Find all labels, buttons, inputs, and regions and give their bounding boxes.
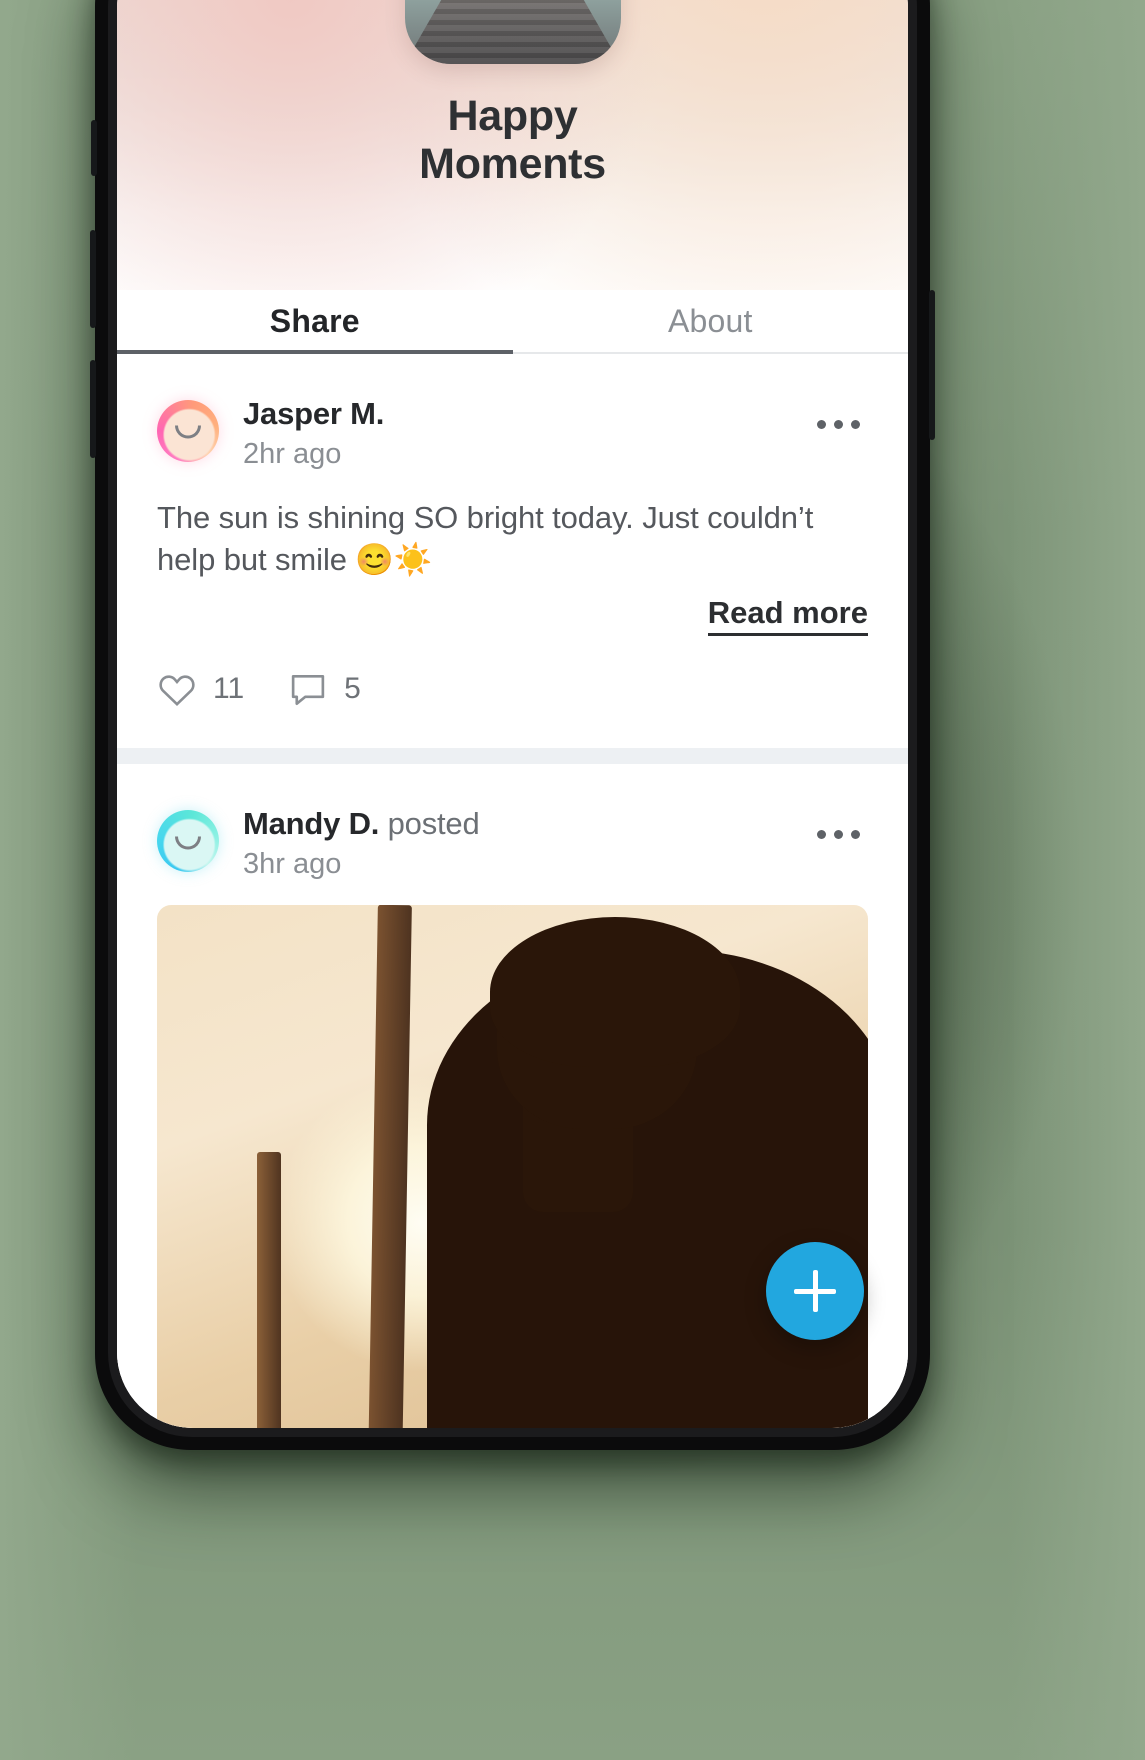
comment-count: 5 — [344, 672, 361, 706]
happy-moments-app-icon — [404, 0, 621, 64]
profile-tabs: Share About — [117, 290, 908, 354]
avatar[interactable] — [157, 810, 219, 873]
page-title: Happy Moments — [117, 92, 908, 188]
post-engagement-bar: 11 5 — [157, 670, 868, 748]
post-header: Mandy D. posted 3hr ago — [157, 806, 868, 881]
read-more-link[interactable]: Read more — [707, 595, 868, 637]
post-author-block: Mandy D. posted 3hr ago — [243, 806, 480, 881]
smiley-face-icon — [175, 836, 201, 850]
post-timestamp: 2hr ago — [243, 438, 342, 470]
heart-icon — [159, 675, 195, 707]
avatar[interactable] — [157, 400, 219, 462]
post-image[interactable] — [157, 905, 868, 1428]
comment-bubble-icon — [291, 675, 325, 706]
page-title-line2: Moments — [419, 140, 606, 189]
post-author-name: Mandy D. posted — [243, 806, 480, 842]
create-post-button[interactable] — [766, 1242, 864, 1340]
app-screen: Happy Moments Share About Jasper M. 2hr … — [117, 0, 908, 1428]
profile-cover-header: Happy Moments — [117, 0, 908, 290]
post-action-verb: posted — [387, 806, 480, 842]
tab-active-indicator — [117, 350, 513, 354]
tab-share[interactable]: Share — [117, 290, 513, 352]
post-options-icon[interactable] — [809, 412, 868, 437]
like-count: 11 — [213, 672, 245, 706]
icon-dock-planks — [404, 0, 621, 64]
phone-bezel: Happy Moments Share About Jasper M. 2hr … — [108, 0, 917, 1437]
post-options-icon[interactable] — [809, 822, 868, 847]
post-author-label: Mandy D. — [243, 806, 380, 842]
feed-divider — [117, 748, 908, 765]
smiley-face-icon — [175, 425, 201, 439]
post-item: Jasper M. 2hr ago The sun is shining SO … — [117, 354, 908, 749]
phone-device-frame: Happy Moments Share About Jasper M. 2hr … — [90, 0, 935, 1450]
post-timestamp: 3hr ago — [243, 848, 342, 881]
page-title-line1: Happy — [447, 92, 578, 140]
tab-about[interactable]: About — [513, 290, 909, 352]
image-wooden-post-left — [256, 1151, 281, 1428]
read-more-row: Read more — [157, 595, 868, 637]
volume-up-button[interactable] — [90, 230, 96, 328]
post-body-text: The sun is shining SO bright today. Just… — [157, 500, 814, 578]
volume-down-button[interactable] — [90, 360, 96, 458]
like-button[interactable]: 11 — [157, 671, 244, 707]
comment-button[interactable]: 5 — [288, 670, 361, 708]
post-header: Jasper M. 2hr ago — [157, 396, 868, 471]
silent-switch[interactable] — [91, 120, 97, 176]
power-button[interactable] — [929, 290, 935, 440]
image-person-hair — [490, 916, 741, 1067]
post-author-block: Jasper M. 2hr ago — [243, 396, 384, 471]
post-author-name: Jasper M. — [243, 396, 385, 431]
